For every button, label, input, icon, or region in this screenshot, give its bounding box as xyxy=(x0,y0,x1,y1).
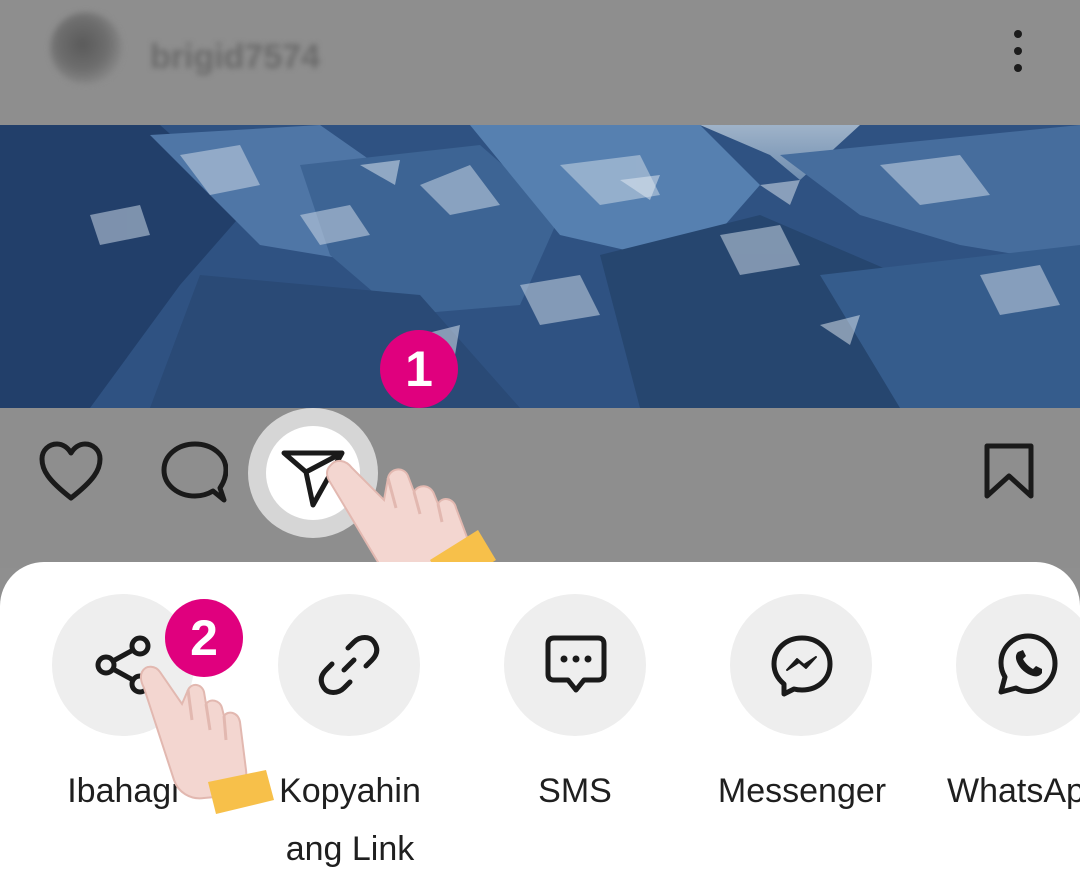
post-header: brigid7574 xyxy=(0,0,1080,125)
heart-icon[interactable] xyxy=(38,440,104,504)
more-options-icon[interactable] xyxy=(1000,30,1036,78)
sms-icon xyxy=(545,635,607,693)
whatsapp-option-label: WhatsAp xyxy=(947,772,1080,810)
link-icon xyxy=(318,635,380,695)
pointing-hand-icon-2 xyxy=(139,665,274,814)
post-image xyxy=(0,125,1080,408)
step-1-badge: 1 xyxy=(380,330,458,408)
avatar[interactable] xyxy=(50,12,122,84)
whatsapp-icon xyxy=(998,633,1058,695)
copy-link-label-line1: Kopyahin xyxy=(279,772,421,810)
messenger-option-label: Messenger xyxy=(717,772,887,810)
comment-icon[interactable] xyxy=(160,440,228,506)
messenger-icon xyxy=(771,635,833,697)
username[interactable]: brigid7574 xyxy=(150,38,320,77)
copy-link-label-line2: ang Link xyxy=(285,830,415,868)
sms-option-label: SMS xyxy=(538,772,612,810)
bookmark-icon[interactable] xyxy=(983,442,1035,500)
copy-link-option-label: Kopyahin ang Link xyxy=(262,762,438,878)
